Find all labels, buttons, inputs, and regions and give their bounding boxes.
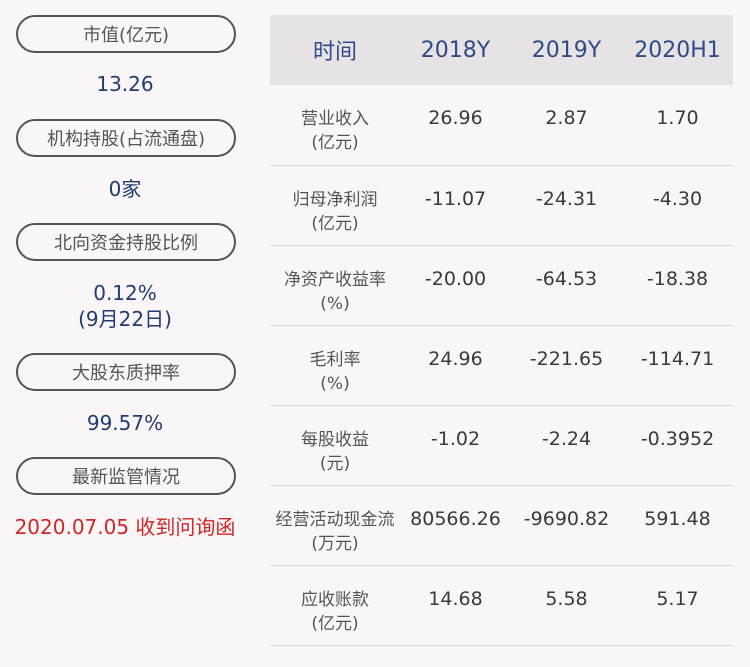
row-label: 营业收入 (亿元) — [270, 85, 400, 166]
row-label-unit: (%) — [320, 373, 350, 394]
cell-value: 2.87 — [511, 85, 622, 166]
row-label-name: 归母净利润 — [292, 189, 378, 210]
row-label-unit: (元) — [319, 453, 351, 474]
regulatory-label: 最新监管情况 — [16, 457, 236, 495]
financial-table-panel: 时间 2018Y 2019Y 2020H1 营业收入 (亿元) 26.96 2.87 1… — [270, 15, 733, 646]
inst-holding-label: 机构持股(占流通盘) — [16, 119, 236, 157]
cell-value: 5.58 — [511, 565, 622, 646]
table-row: 营业收入 (亿元) 26.96 2.87 1.70 — [270, 85, 733, 166]
table-header-row: 时间 2018Y 2019Y 2020H1 — [270, 15, 733, 85]
cell-value: -11.07 — [400, 165, 511, 246]
row-label-unit: (亿元) — [311, 613, 359, 634]
table-row: 归母净利润 (亿元) -11.07 -24.31 -4.30 — [270, 165, 733, 246]
regulatory-value: 2020.07.05 收到问询函 — [14, 515, 236, 539]
table-row: 毛利率 (%) 24.96 -221.65 -114.71 — [270, 325, 733, 406]
cell-value: -20.00 — [400, 245, 511, 326]
northbound-value: 0.12% — [93, 281, 157, 305]
cell-value: 80566.26 — [400, 485, 511, 566]
row-label-name: 应收账款 — [301, 589, 369, 610]
financial-table: 时间 2018Y 2019Y 2020H1 营业收入 (亿元) 26.96 2.87 1… — [270, 15, 733, 646]
cell-value: 1.70 — [622, 85, 733, 166]
cell-value: 24.96 — [400, 325, 511, 406]
row-label-name: 净资产收益率 — [284, 269, 386, 290]
row-label-unit: (亿元) — [311, 213, 359, 234]
pledge-value: 99.57% — [86, 411, 164, 435]
row-label: 归母净利润 (亿元) — [270, 165, 400, 246]
northbound-date: (9月22日) — [78, 307, 172, 331]
table-row: 净资产收益率 (%) -20.00 -64.53 -18.38 — [270, 245, 733, 326]
cell-value: 5.17 — [622, 565, 733, 646]
header-period: 时间 — [270, 15, 400, 85]
market-cap-value: 13.26 — [96, 72, 154, 96]
cell-value: -114.71 — [622, 325, 733, 406]
table-row: 经营活动现金流 (万元) 80566.26 -9690.82 591.48 — [270, 485, 733, 566]
inst-holding-value: 0家 — [108, 177, 142, 201]
cell-value: -24.31 — [511, 165, 622, 246]
cell-value: -221.65 — [511, 325, 622, 406]
table-row: 每股收益 (元) -1.02 -2.24 -0.3952 — [270, 405, 733, 486]
header-2020h1: 2020H1 — [622, 15, 733, 85]
cell-value: -2.24 — [511, 405, 622, 486]
row-label-unit: (万元) — [311, 533, 359, 554]
row-label: 应收账款 (亿元) — [270, 565, 400, 646]
row-label-name: 经营活动现金流 — [275, 509, 395, 530]
row-label: 每股收益 (元) — [270, 405, 400, 486]
row-label-name: 毛利率 — [309, 349, 361, 370]
cell-value: -18.38 — [622, 245, 733, 326]
row-label-unit: (亿元) — [311, 133, 359, 153]
cell-value: 591.48 — [622, 485, 733, 566]
cell-value: -64.53 — [511, 245, 622, 326]
row-label-name: 每股收益 — [301, 429, 369, 450]
cell-value: -0.3952 — [622, 405, 733, 486]
row-label-unit: (%) — [320, 293, 350, 314]
row-label: 毛利率 (%) — [270, 325, 400, 406]
row-label: 经营活动现金流 (万元) — [270, 485, 400, 566]
row-label: 净资产收益率 (%) — [270, 245, 400, 326]
cell-value: -1.02 — [400, 405, 511, 486]
pledge-label: 大股东质押率 — [16, 353, 236, 391]
market-cap-label: 市值(亿元) — [16, 15, 236, 53]
cell-value: -9690.82 — [511, 485, 622, 566]
table-row: 应收账款 (亿元) 14.68 5.58 5.17 — [270, 565, 733, 646]
header-2018: 2018Y — [400, 15, 511, 85]
row-label-name: 营业收入 — [301, 109, 369, 129]
northbound-label: 北向资金持股比例 — [16, 223, 236, 261]
cell-value: -4.30 — [622, 165, 733, 246]
cell-value: 26.96 — [400, 85, 511, 166]
header-2019: 2019Y — [511, 15, 622, 85]
cell-value: 14.68 — [400, 565, 511, 646]
